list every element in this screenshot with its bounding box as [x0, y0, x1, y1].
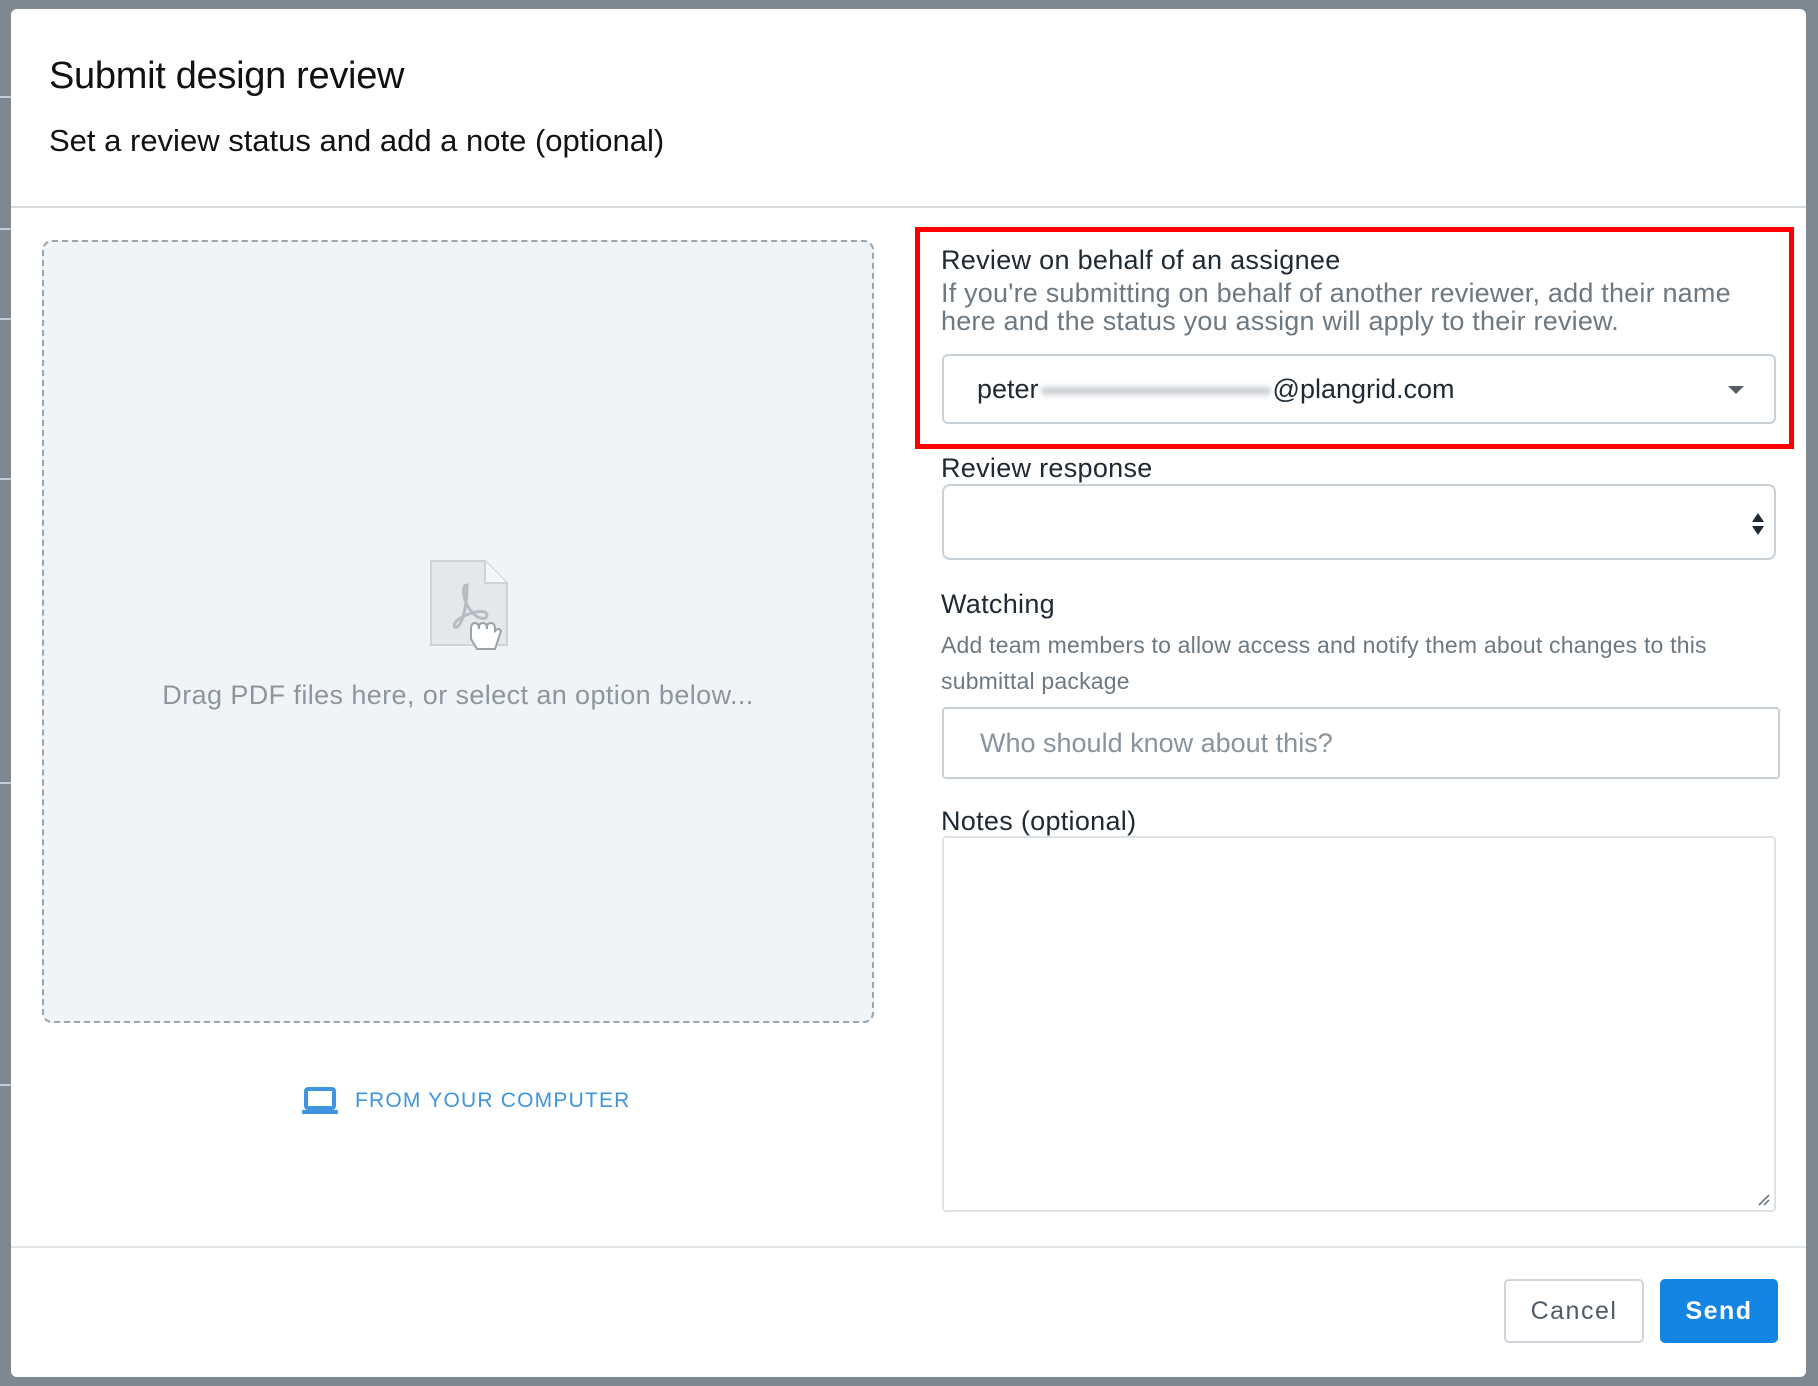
- review-response-label: Review response: [941, 453, 1153, 483]
- notes-label: Notes (optional): [941, 806, 1137, 836]
- assignee-help-text: If you're submitting on behalf of anothe…: [941, 278, 1731, 336]
- submit-design-review-dialog: Submit design review Set a review status…: [11, 9, 1806, 1377]
- laptop-icon: [302, 1087, 338, 1114]
- assignee-value: peter @plangrid.com: [977, 374, 1455, 405]
- dialog-title: Submit design review: [49, 55, 405, 97]
- watching-help-text: Add team members to allow access and not…: [941, 632, 1707, 694]
- watchers-input-wrapper: [942, 707, 1780, 779]
- assignee-value-suffix: @plangrid.com: [1272, 374, 1455, 404]
- assignee-value-prefix: peter: [977, 374, 1039, 404]
- watching-label: Watching: [941, 589, 1055, 619]
- dialog-subtitle: Set a review status and add a note (opti…: [49, 123, 665, 158]
- dialog-header: Submit design review Set a review status…: [11, 9, 1806, 208]
- up-down-arrows-icon: [1752, 513, 1764, 535]
- pdf-drag-icon: [430, 560, 508, 650]
- review-response-select[interactable]: [942, 484, 1776, 560]
- drop-instructions: Drag PDF files here, or select an option…: [162, 680, 754, 710]
- from-computer-label: FROM YOUR COMPUTER: [355, 1089, 631, 1112]
- pdf-drop-zone[interactable]: Drag PDF files here, or select an option…: [42, 240, 874, 1023]
- send-button[interactable]: Send: [1660, 1279, 1778, 1343]
- redacted-blur: [1040, 383, 1271, 398]
- resize-handle-icon[interactable]: [1756, 1192, 1770, 1206]
- from-computer-button[interactable]: FROM YOUR COMPUTER: [301, 1081, 631, 1121]
- watchers-input[interactable]: [944, 709, 1778, 777]
- cancel-button[interactable]: Cancel: [1504, 1279, 1644, 1343]
- assignee-label: Review on behalf of an assignee: [941, 245, 1341, 275]
- assignee-select[interactable]: peter @plangrid.com: [942, 354, 1776, 424]
- notes-textarea[interactable]: [942, 836, 1776, 1212]
- chevron-down-icon: [1728, 386, 1744, 394]
